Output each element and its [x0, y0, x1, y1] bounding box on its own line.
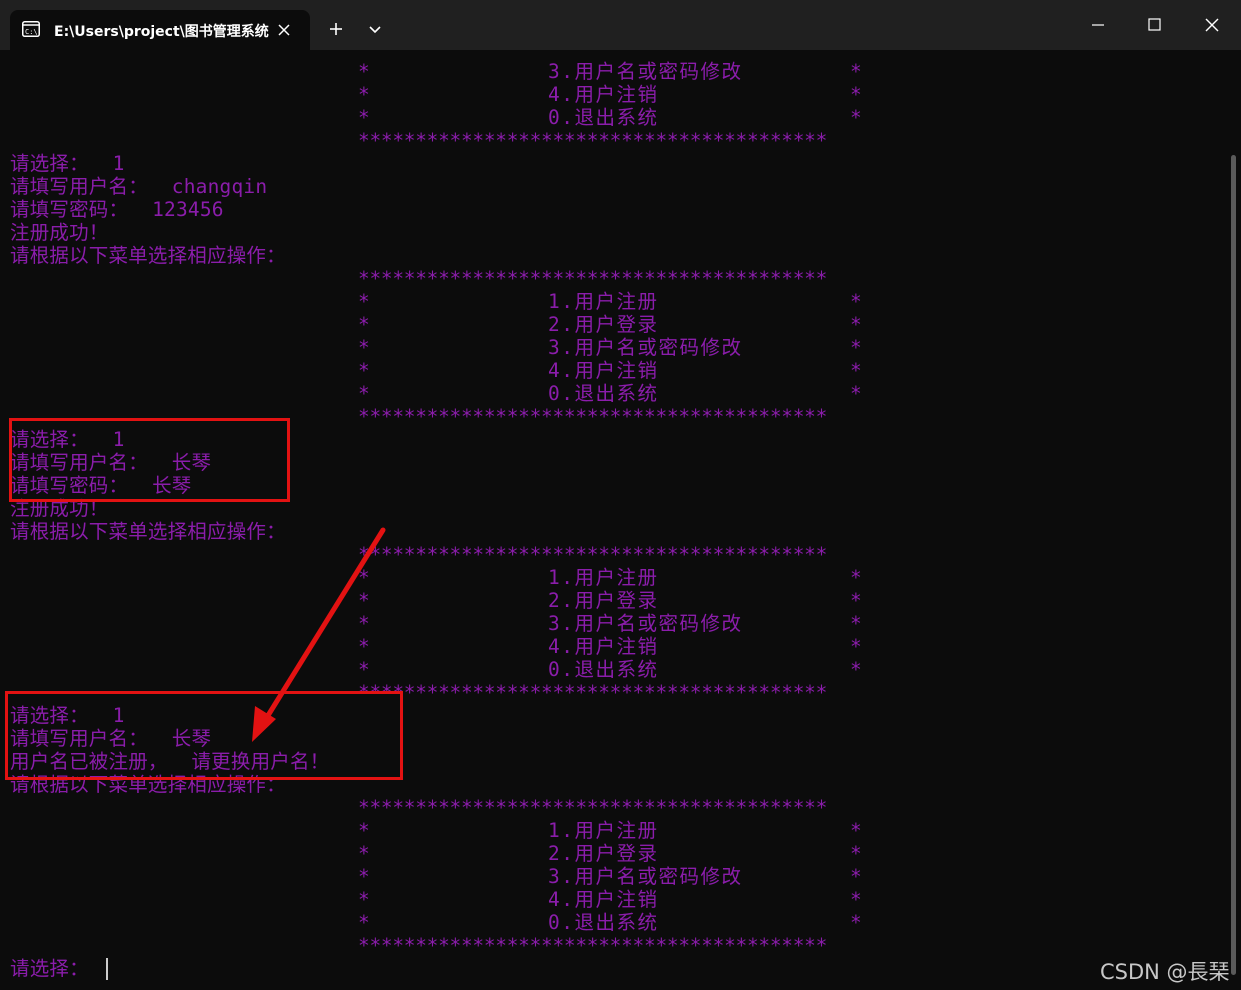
- chevron-down-icon[interactable]: [362, 15, 390, 43]
- console-line: 请填写用户名： changqin: [10, 175, 268, 198]
- menu-row: * 2.用户登录 *: [358, 842, 862, 865]
- menu-border: ****************************************…: [358, 681, 828, 704]
- menu-row: * 1.用户注册 *: [358, 566, 862, 589]
- menu-row: * 0.退出系统 *: [358, 911, 862, 934]
- svg-text:C:\: C:\: [25, 28, 38, 36]
- plus-icon[interactable]: [322, 15, 350, 43]
- menu-row: * 4.用户注销 *: [358, 83, 862, 106]
- console-output[interactable]: * 3.用户名或密码修改 * * 4.用户注销 * * 0.退出系统 * *********…: [0, 50, 1241, 990]
- input-prompt: 请选择：: [10, 957, 89, 980]
- window-close-icon[interactable]: [1184, 0, 1240, 50]
- close-icon[interactable]: [274, 20, 294, 40]
- menu-row: * 0.退出系统 *: [358, 106, 862, 129]
- terminal-icon: C:\: [22, 21, 40, 37]
- menu-row: * 4.用户注销 *: [358, 359, 862, 382]
- watermark: CSDN @長琹: [1100, 960, 1230, 984]
- menu-border: ****************************************…: [358, 405, 828, 428]
- menu-row: * 3.用户名或密码修改 *: [358, 336, 862, 359]
- menu-row: * 2.用户登录 *: [358, 313, 862, 336]
- menu-border: ****************************************…: [358, 934, 828, 957]
- annotation-box: [9, 418, 290, 502]
- scrollbar[interactable]: [1231, 155, 1236, 975]
- tab-title: E:\Users\project\图书管理系统: [54, 24, 269, 40]
- menu-row: * 3.用户名或密码修改 *: [358, 612, 862, 635]
- console-line: 注册成功！: [10, 221, 109, 244]
- title-bar: C:\ E:\Users\project\图书管理系统: [0, 0, 1241, 50]
- menu-row: * 4.用户注销 *: [358, 635, 862, 658]
- terminal-tab[interactable]: C:\ E:\Users\project\图书管理系统: [10, 10, 310, 50]
- menu-row: * 2.用户登录 *: [358, 589, 862, 612]
- menu-border: ****************************************…: [358, 129, 828, 152]
- menu-row: * 0.退出系统 *: [358, 658, 862, 681]
- menu-border: ****************************************…: [358, 543, 828, 566]
- maximize-icon[interactable]: [1126, 0, 1182, 50]
- menu-border: ****************************************…: [358, 796, 828, 819]
- console-line: 请根据以下菜单选择相应操作：: [10, 244, 286, 267]
- console-line: 请根据以下菜单选择相应操作：: [10, 520, 286, 543]
- menu-row: * 4.用户注销 *: [358, 888, 862, 911]
- menu-row: * 1.用户注册 *: [358, 819, 862, 842]
- console-line: 请填写密码： 123456: [10, 198, 224, 221]
- annotation-box: [5, 691, 403, 780]
- menu-row: * 0.退出系统 *: [358, 382, 862, 405]
- menu-border: ****************************************…: [358, 267, 828, 290]
- menu-row: * 3.用户名或密码修改 *: [358, 865, 862, 888]
- text-cursor: [106, 958, 108, 980]
- console-line: 请选择： 1: [10, 152, 125, 175]
- minimize-icon[interactable]: [1070, 0, 1126, 50]
- menu-row: * 1.用户注册 *: [358, 290, 862, 313]
- menu-row: * 3.用户名或密码修改 *: [358, 60, 862, 83]
